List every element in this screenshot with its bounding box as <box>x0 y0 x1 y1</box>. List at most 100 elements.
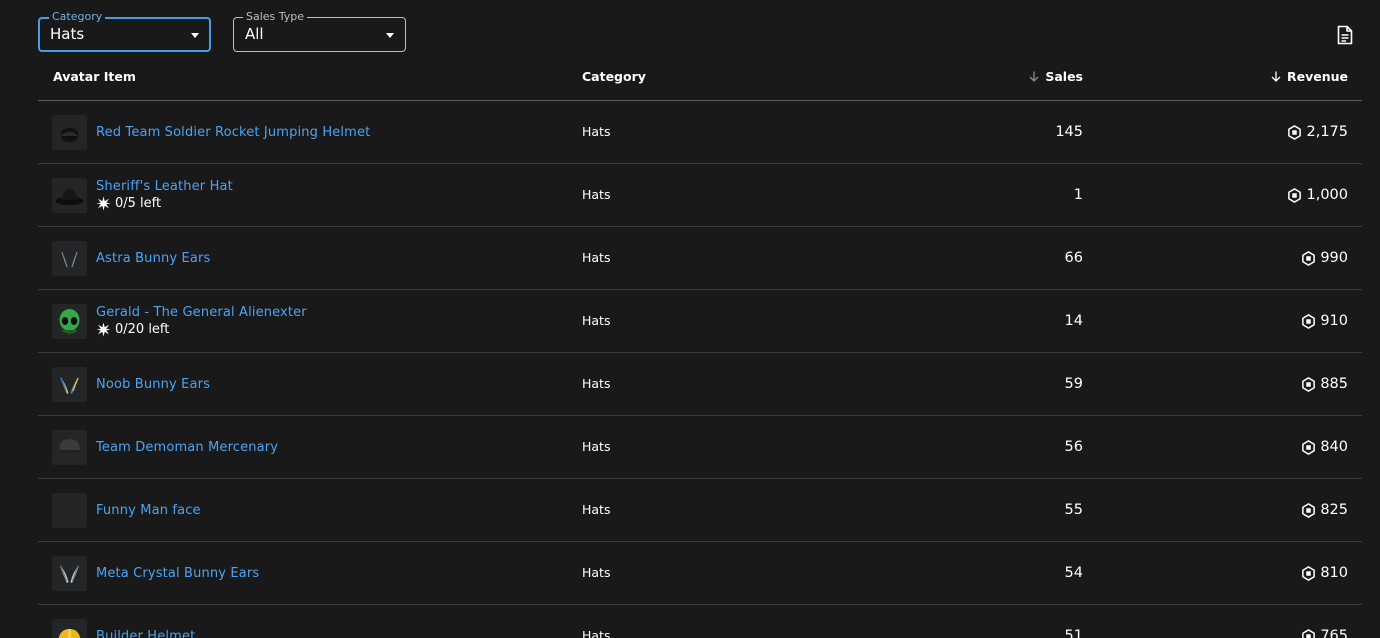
caret-down-icon <box>386 33 394 38</box>
robux-icon <box>1288 124 1302 140</box>
revenue-value: 810 <box>1320 565 1348 581</box>
category-cell: Hats <box>582 376 611 391</box>
revenue-value: 990 <box>1320 250 1348 266</box>
category-cell: Hats <box>582 124 611 139</box>
revenue-value: 910 <box>1320 313 1348 329</box>
revenue-value: 2,175 <box>1306 124 1348 140</box>
item-name-link[interactable]: Noob Bunny Ears <box>96 376 210 393</box>
item-thumbnail-image <box>60 377 79 394</box>
sales-type-select[interactable]: Sales Type All <box>233 10 406 52</box>
sales-cell: 145 <box>1055 124 1083 140</box>
header-avatar-item-label: Avatar Item <box>53 69 136 84</box>
revenue-cell: 990 <box>1301 227 1348 289</box>
table-row: Noob Bunny Ears Hats 59 885 <box>38 353 1362 416</box>
sales-cell: 51 <box>1064 628 1083 638</box>
item-thumbnail-image <box>60 565 79 583</box>
table-row: Red Team Soldier Rocket Jumping Helmet Ha… <box>38 101 1362 164</box>
revenue-cell: 885 <box>1301 353 1348 415</box>
item-name-link[interactable]: Team Demoman Mercenary <box>96 439 278 456</box>
item-name-link[interactable]: Astra Bunny Ears <box>96 250 210 267</box>
revenue-cell: 1,000 <box>1287 164 1348 226</box>
table-row: Team Demoman Mercenary Hats 56 840 <box>38 416 1362 479</box>
item-thumbnail[interactable] <box>52 367 87 402</box>
item-thumbnail[interactable] <box>52 304 87 339</box>
limited-stock: 0/20 left <box>96 321 307 338</box>
category-cell: Hats <box>582 313 611 328</box>
item-thumbnail-image <box>59 439 80 458</box>
item-thumbnail-image <box>58 629 81 638</box>
header-revenue[interactable]: Revenue <box>1271 69 1348 84</box>
category-select-value: Hats <box>50 25 85 43</box>
robux-icon <box>1302 250 1316 266</box>
item-name-cell: Gerald - The General Alienexter 0/20 left <box>96 290 307 352</box>
category-cell: Hats <box>582 502 611 517</box>
header-avatar-item: Avatar Item <box>53 69 136 84</box>
revenue-value: 840 <box>1320 439 1348 455</box>
sales-type-select-label: Sales Type <box>243 10 308 24</box>
item-name-link[interactable]: Funny Man face <box>96 502 201 519</box>
item-thumbnail[interactable] <box>52 493 87 528</box>
sales-cell: 14 <box>1064 313 1083 329</box>
revenue-value: 765 <box>1320 628 1348 638</box>
header-sales-label: Sales <box>1045 69 1083 84</box>
revenue-cell: 810 <box>1301 542 1348 604</box>
category-select-label: Category <box>49 10 106 24</box>
export-document-icon[interactable] <box>1336 25 1354 45</box>
table-row: Sheriff's Leather Hat 0/5 left Hats 1 1,000 <box>38 164 1362 227</box>
revenue-value: 825 <box>1320 502 1348 518</box>
table-row: Meta Crystal Bunny Ears Hats 54 810 <box>38 542 1362 605</box>
limited-sparkle-icon <box>96 196 111 211</box>
revenue-value: 1,000 <box>1306 187 1348 203</box>
revenue-cell: 825 <box>1301 479 1348 541</box>
sales-cell: 55 <box>1064 502 1083 518</box>
category-cell: Hats <box>582 187 611 202</box>
category-cell: Hats <box>582 250 611 265</box>
item-thumbnail-image <box>59 309 80 334</box>
item-name-link[interactable]: Sheriff's Leather Hat <box>96 178 233 195</box>
category-cell: Hats <box>582 628 611 638</box>
item-name-link[interactable]: Red Team Soldier Rocket Jumping Helmet <box>96 124 370 141</box>
item-thumbnail[interactable] <box>52 619 87 638</box>
item-thumbnail[interactable] <box>52 430 87 465</box>
sales-cell: 59 <box>1064 376 1083 392</box>
item-name-link[interactable]: Builder Helmet <box>96 628 195 638</box>
item-name-link[interactable]: Gerald - The General Alienexter <box>96 304 307 321</box>
revenue-cell: 765 <box>1301 605 1348 638</box>
item-thumbnail-image <box>61 251 78 268</box>
table-row: Astra Bunny Ears Hats 66 990 <box>38 227 1362 290</box>
table-row: Builder Helmet Hats 51 765 <box>38 605 1362 638</box>
caret-down-icon <box>191 33 199 38</box>
sales-cell: 56 <box>1064 439 1083 455</box>
item-name-cell: Builder Helmet <box>96 605 195 638</box>
item-thumbnail[interactable] <box>52 556 87 591</box>
item-thumbnail[interactable] <box>52 178 87 213</box>
robux-icon <box>1302 376 1316 392</box>
category-select[interactable]: Category Hats <box>38 10 211 52</box>
header-revenue-label: Revenue <box>1286 69 1348 84</box>
limited-sparkle-icon <box>96 322 111 337</box>
item-thumbnail-image <box>55 189 84 205</box>
table-row: Funny Man face Hats 55 825 <box>38 479 1362 542</box>
robux-icon <box>1302 565 1316 581</box>
item-thumbnail[interactable] <box>52 115 87 150</box>
limited-stock-text: 0/5 left <box>115 196 162 211</box>
item-name-link[interactable]: Meta Crystal Bunny Ears <box>96 565 259 582</box>
robux-icon <box>1302 628 1316 638</box>
sort-arrow-down-icon <box>1271 71 1281 82</box>
limited-stock: 0/5 left <box>96 195 233 212</box>
item-name-cell: Meta Crystal Bunny Ears <box>96 542 259 604</box>
header-category-label: Category <box>582 69 646 84</box>
sales-cell: 1 <box>1073 187 1083 203</box>
limited-stock-text: 0/20 left <box>115 322 170 337</box>
item-thumbnail-image <box>52 493 87 528</box>
robux-icon <box>1302 313 1316 329</box>
header-sales[interactable]: Sales <box>1029 69 1083 84</box>
item-thumbnail[interactable] <box>52 241 87 276</box>
sales-page: Category Hats Sales Type All Avatar Item… <box>0 0 1380 638</box>
item-thumbnail-image <box>60 128 79 142</box>
category-cell: Hats <box>582 565 611 580</box>
robux-icon <box>1302 439 1316 455</box>
revenue-cell: 910 <box>1301 290 1348 352</box>
item-name-cell: Noob Bunny Ears <box>96 353 210 415</box>
robux-icon <box>1302 502 1316 518</box>
